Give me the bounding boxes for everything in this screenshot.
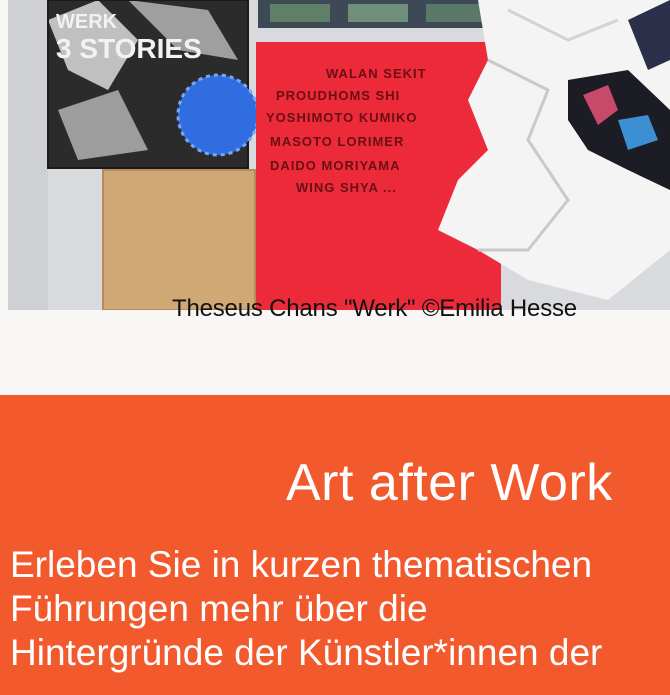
- svg-text:PROUDHOMS SHI: PROUDHOMS SHI: [276, 88, 400, 103]
- svg-text:MASOTO LORIMER: MASOTO LORIMER: [270, 134, 404, 149]
- photo-caption: Theseus Chans "Werk" ©Emilia Hesse: [172, 295, 577, 322]
- svg-text:DAIDO MORIYAMA: DAIDO MORIYAMA: [270, 158, 401, 173]
- section-title: Art after Work: [286, 454, 613, 512]
- svg-text:WERK: WERK: [56, 11, 118, 33]
- artwork-photo: WERK 3 STORIES WALAN SEKIT PROUDHOMS SHI…: [8, 0, 670, 310]
- art-after-work-section: Art after Work Erleben Sie in kurzen the…: [0, 395, 670, 695]
- svg-text:WALAN SEKIT: WALAN SEKIT: [326, 66, 427, 81]
- section-body-text: Erleben Sie in kurzen thematischen Führu…: [10, 544, 603, 673]
- artwork-photo-section: WERK 3 STORIES WALAN SEKIT PROUDHOMS SHI…: [0, 0, 670, 395]
- artwork-photo-image: WERK 3 STORIES WALAN SEKIT PROUDHOMS SHI…: [8, 0, 670, 310]
- svg-text:WING SHYA ...: WING SHYA ...: [296, 180, 397, 195]
- svg-text:YOSHIMOTO KUMIKO: YOSHIMOTO KUMIKO: [266, 110, 418, 125]
- svg-text:3 STORIES: 3 STORIES: [56, 33, 202, 64]
